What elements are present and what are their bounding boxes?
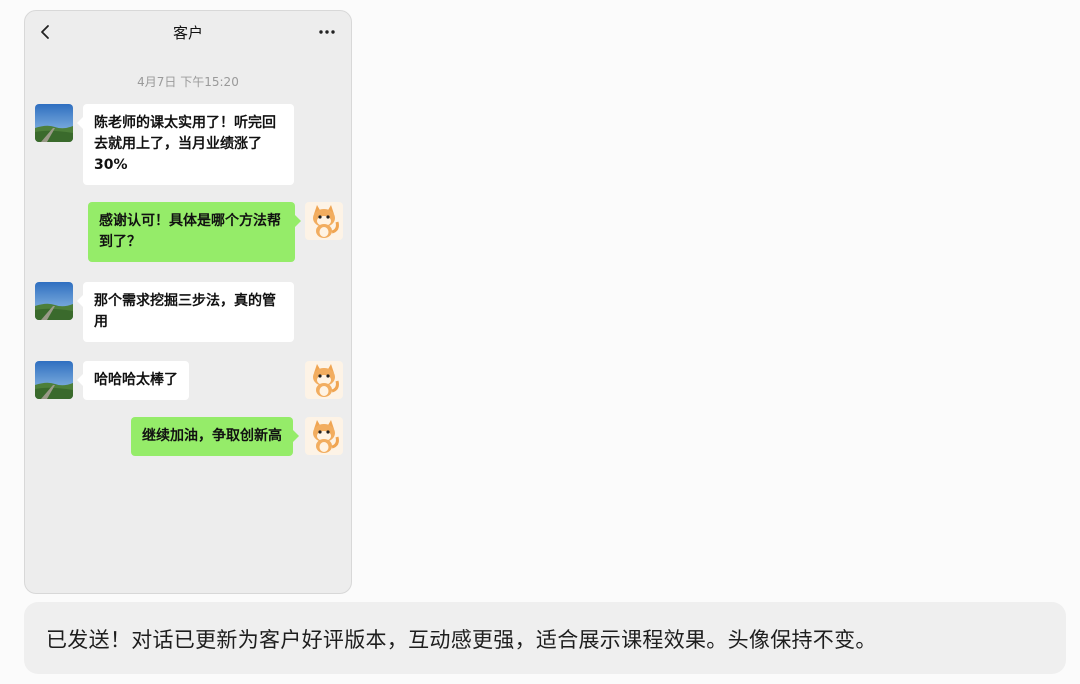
chat-title: 客户 (172, 24, 203, 42)
self-avatar[interactable] (305, 202, 343, 240)
assistant-message-text: 已发送！对话已更新为客户好评版本，互动感更强，适合展示课程效果。头像保持不变。 (46, 628, 877, 652)
self-avatar[interactable] (305, 361, 343, 399)
message-bubble-outgoing[interactable]: 感谢认可！具体是哪个方法帮到了？ (88, 202, 301, 262)
self-avatar[interactable] (305, 417, 343, 455)
message-timestamp: 4月7日 下午15:20 (137, 75, 239, 89)
more-dots-icon[interactable] (317, 24, 337, 38)
message-bubble-incoming[interactable]: 那个需求挖掘三步法，真的管用 (77, 282, 294, 342)
customer-avatar[interactable] (35, 104, 73, 142)
message-bubble-incoming[interactable]: 哈哈哈太棒了 (77, 361, 189, 400)
chat-window: 客户 4月7日 下午15:20 陈老师的课太实用了！听完回去就用上了，当月业绩涨… (24, 10, 352, 594)
customer-avatar[interactable] (35, 282, 73, 320)
message-bubble-incoming[interactable]: 陈老师的课太实用了！听完回去就用上了，当月业绩涨了30% (77, 104, 294, 185)
assistant-message: 已发送！对话已更新为客户好评版本，互动感更强，适合展示课程效果。头像保持不变。 (24, 602, 1066, 674)
message-bubble-outgoing[interactable]: 继续加油，争取创新高 (131, 417, 299, 456)
customer-avatar[interactable] (35, 361, 73, 399)
chat-header: 客户 (25, 11, 351, 53)
